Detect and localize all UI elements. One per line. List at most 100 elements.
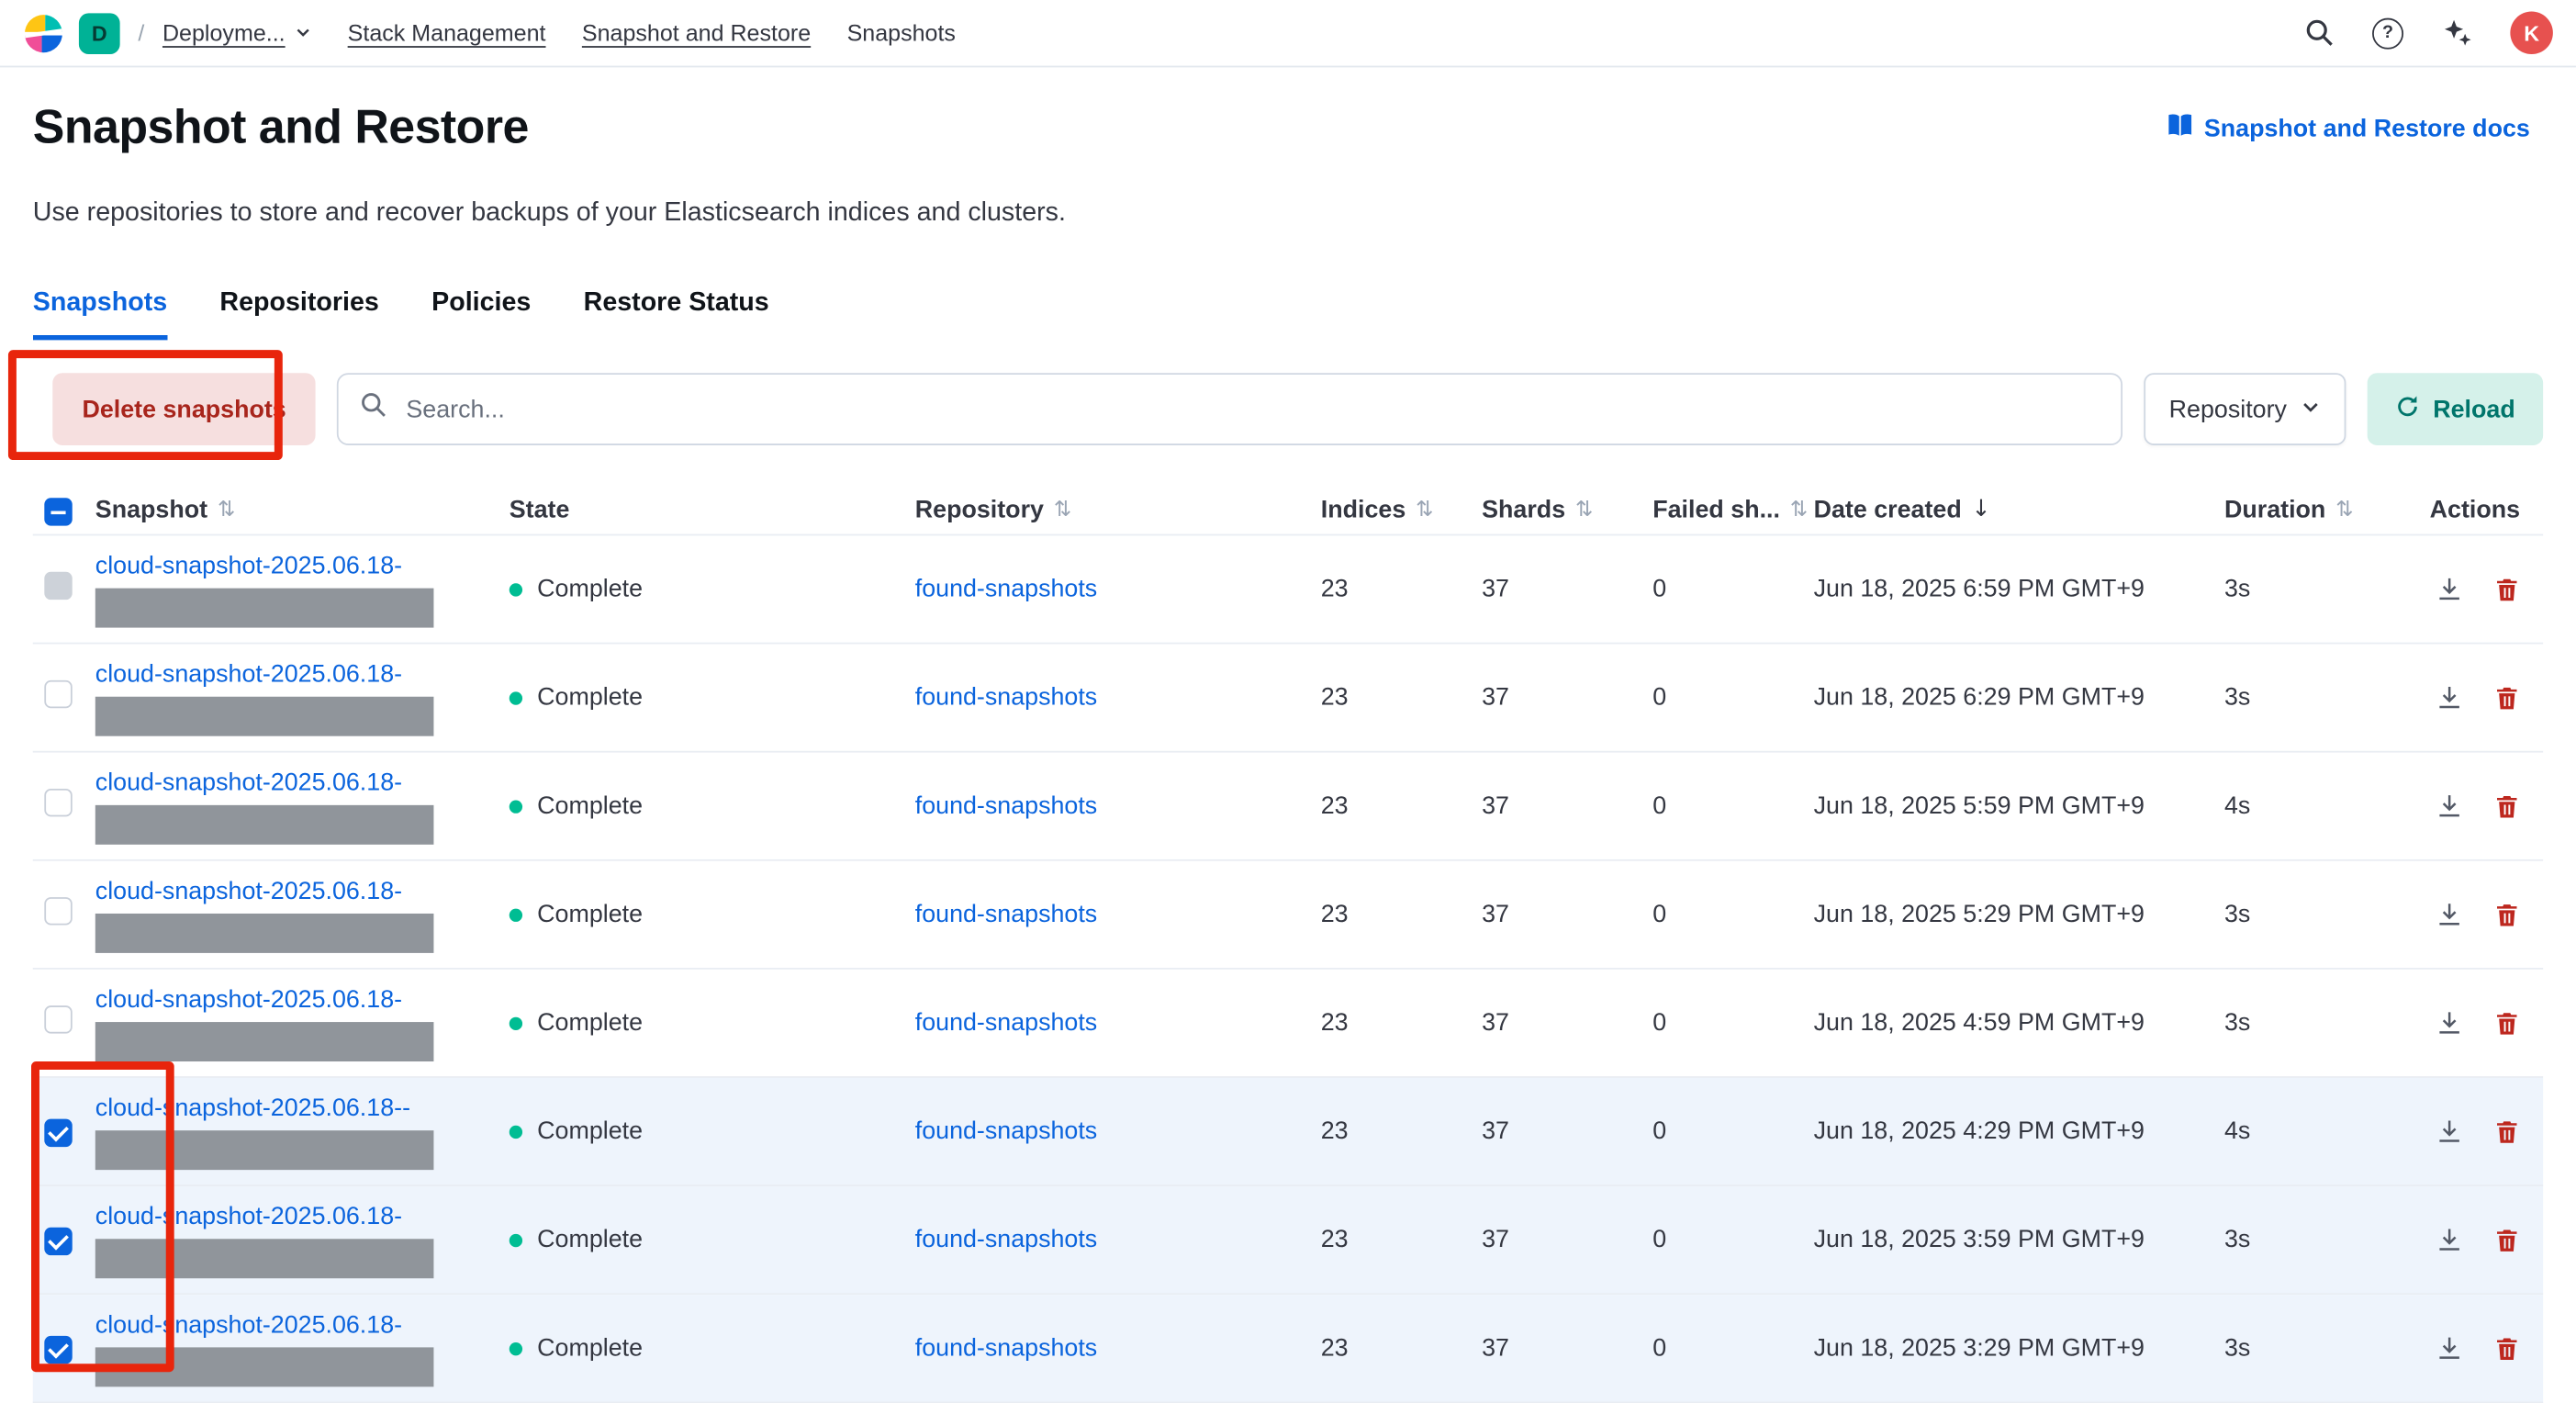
repository-link[interactable]: found-snapshots — [915, 1117, 1097, 1145]
row-checkbox[interactable] — [44, 897, 72, 925]
state-label: Complete — [537, 683, 643, 711]
redaction-bar — [95, 588, 434, 627]
failed-shards-value: 0 — [1652, 683, 1813, 711]
reload-button[interactable]: Reload — [2368, 373, 2544, 445]
column-label: State — [510, 496, 570, 523]
column-label: Duration — [2224, 496, 2325, 523]
state-label: Complete — [537, 1009, 643, 1037]
delete-icon[interactable] — [2492, 792, 2520, 820]
ai-assistant-icon[interactable] — [2441, 17, 2472, 49]
delete-snapshots-button[interactable]: Delete snapshots — [52, 373, 316, 445]
breadcrumb-snapshot-restore[interactable]: Snapshot and Restore — [582, 19, 811, 46]
delete-icon[interactable] — [2492, 575, 2520, 602]
download-icon[interactable] — [2435, 792, 2462, 820]
snapshot-link[interactable]: cloud-snapshot-2025.06.18- — [95, 877, 510, 904]
column-header-repository[interactable]: Repository ⇅ — [915, 496, 1321, 523]
download-icon[interactable] — [2435, 575, 2462, 602]
repository-link[interactable]: found-snapshots — [915, 792, 1097, 820]
column-header-duration[interactable]: Duration ⇅ — [2224, 496, 2377, 523]
row-checkbox[interactable] — [44, 1228, 72, 1255]
tab-restore-status[interactable]: Restore Status — [584, 289, 769, 340]
indices-value: 23 — [1321, 1009, 1482, 1037]
snapshot-link[interactable]: cloud-snapshot-2025.06.18- — [95, 769, 510, 796]
snapshot-link[interactable]: cloud-snapshot-2025.06.18-- — [95, 1094, 510, 1121]
row-checkbox[interactable] — [44, 1005, 72, 1033]
row-checkbox[interactable] — [44, 1119, 72, 1147]
snapshot-link[interactable]: cloud-snapshot-2025.06.18- — [95, 1310, 510, 1338]
chevron-down-icon — [2300, 395, 2321, 422]
repository-link[interactable]: found-snapshots — [915, 683, 1097, 711]
help-glyph: ? — [2372, 17, 2403, 49]
repository-link[interactable]: found-snapshots — [915, 1226, 1097, 1253]
column-header-snapshot[interactable]: Snapshot ⇅ — [95, 496, 510, 523]
elastic-logo[interactable] — [23, 12, 64, 53]
download-icon[interactable] — [2435, 1117, 2462, 1145]
table-body: cloud-snapshot-2025.06.18- Complete foun… — [33, 535, 2543, 1403]
column-header-shards[interactable]: Shards ⇅ — [1482, 496, 1652, 523]
deployment-space-badge[interactable]: D — [79, 12, 120, 53]
column-label: Date created — [1814, 496, 1962, 523]
row-checkbox[interactable] — [44, 1336, 72, 1364]
sort-icon: ⇅ — [2335, 497, 2354, 522]
redaction-bar — [95, 1238, 434, 1277]
row-checkbox[interactable] — [44, 680, 72, 708]
row-checkbox[interactable] — [44, 789, 72, 816]
sort-icon: ⇅ — [1575, 497, 1594, 522]
date-created-value: Jun 18, 2025 4:59 PM GMT+9 — [1814, 1009, 2224, 1037]
delete-icon[interactable] — [2492, 1117, 2520, 1145]
breadcrumb-deployment[interactable]: Deployme... — [162, 19, 311, 46]
date-created-value: Jun 18, 2025 6:29 PM GMT+9 — [1814, 683, 2224, 711]
search-box[interactable] — [337, 373, 2122, 445]
repository-link[interactable]: found-snapshots — [915, 901, 1097, 928]
column-label: Snapshot — [95, 496, 207, 523]
tab-policies[interactable]: Policies — [431, 289, 531, 340]
column-header-failed-shards[interactable]: Failed sh... ⇅ — [1652, 496, 1813, 523]
delete-icon[interactable] — [2492, 683, 2520, 711]
shards-value: 37 — [1482, 575, 1652, 602]
table-header-row: Snapshot ⇅ State Repository ⇅ Indices ⇅ … — [33, 485, 2543, 535]
duration-value: 3s — [2224, 1009, 2377, 1037]
tab-snapshots[interactable]: Snapshots — [33, 289, 167, 340]
breadcrumb-snapshots-current: Snapshots — [847, 19, 956, 46]
breadcrumb-stack-management[interactable]: Stack Management — [348, 19, 546, 46]
snapshot-link[interactable]: cloud-snapshot-2025.06.18- — [95, 659, 510, 687]
row-checkbox[interactable] — [44, 572, 72, 600]
repository-link[interactable]: found-snapshots — [915, 1334, 1097, 1362]
download-icon[interactable] — [2435, 683, 2462, 711]
snapshot-link[interactable]: cloud-snapshot-2025.06.18- — [95, 551, 510, 578]
top-navigation-bar: D / Deployme... Stack Management Snapsho… — [0, 0, 2576, 67]
repository-link[interactable]: found-snapshots — [915, 575, 1097, 602]
repository-link[interactable]: found-snapshots — [915, 1009, 1097, 1037]
failed-shards-value: 0 — [1652, 575, 1813, 602]
column-label: Repository — [915, 496, 1044, 523]
snapshot-link[interactable]: cloud-snapshot-2025.06.18- — [95, 985, 510, 1013]
page-description: Use repositories to store and recover ba… — [33, 197, 2543, 230]
column-header-indices[interactable]: Indices ⇅ — [1321, 496, 1482, 523]
download-icon[interactable] — [2435, 1009, 2462, 1037]
table-row: cloud-snapshot-2025.06.18-- Complete fou… — [33, 1078, 2543, 1186]
docs-link[interactable]: Snapshot and Restore docs — [2165, 111, 2543, 146]
delete-icon[interactable] — [2492, 901, 2520, 928]
select-all-checkbox[interactable] — [44, 499, 72, 526]
search-icon[interactable] — [2303, 17, 2335, 49]
column-header-date-created[interactable]: Date created ↓ — [1814, 496, 2224, 523]
shards-value: 37 — [1482, 792, 1652, 820]
download-icon[interactable] — [2435, 1334, 2462, 1362]
page-content: Snapshot and Restore Snapshot and Restor… — [0, 98, 2576, 1403]
column-label: Actions — [2430, 496, 2520, 523]
user-avatar[interactable]: K — [2510, 12, 2553, 55]
download-icon[interactable] — [2435, 1226, 2462, 1253]
repository-filter-button[interactable]: Repository — [2145, 373, 2346, 445]
snapshot-link[interactable]: cloud-snapshot-2025.06.18- — [95, 1202, 510, 1229]
status-dot — [510, 1341, 522, 1354]
tab-repositories[interactable]: Repositories — [219, 289, 378, 340]
download-icon[interactable] — [2435, 901, 2462, 928]
search-input[interactable] — [403, 394, 2100, 425]
help-icon[interactable]: ? — [2372, 17, 2403, 49]
date-created-value: Jun 18, 2025 6:59 PM GMT+9 — [1814, 575, 2224, 602]
delete-icon[interactable] — [2492, 1226, 2520, 1253]
failed-shards-value: 0 — [1652, 792, 1813, 820]
delete-icon[interactable] — [2492, 1009, 2520, 1037]
column-label: Shards — [1482, 496, 1565, 523]
delete-icon[interactable] — [2492, 1334, 2520, 1362]
